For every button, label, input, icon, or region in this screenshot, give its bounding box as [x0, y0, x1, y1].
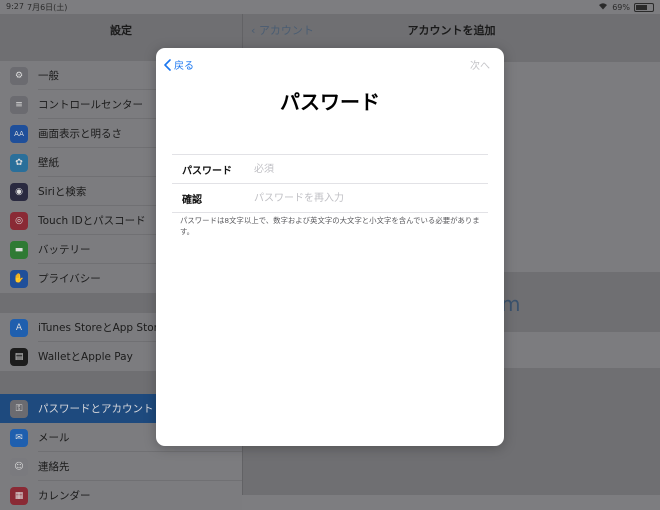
sidebar-item-label: 画面表示と明るさ	[38, 128, 122, 140]
fingerprint-icon: ◎	[10, 211, 28, 230]
password-requirements-note: パスワードは8文字以上で、数字および英文字の大文字と小文字を含んでいる必要があり…	[180, 216, 480, 236]
sidebar-item-label: iTunes StoreとApp Store	[38, 322, 165, 334]
sidebar-item-label: パスワードとアカウント	[38, 403, 154, 415]
contacts-icon: ☺	[10, 457, 28, 476]
back-button[interactable]: 戻る	[164, 57, 194, 72]
app-store-icon: A	[10, 318, 28, 337]
toggles-icon: ≡	[10, 95, 28, 114]
sidebar-item-label: Siriと検索	[38, 186, 87, 198]
sidebar-item-label: バッテリー	[38, 244, 91, 256]
detail-title: アカウントを追加	[407, 24, 496, 37]
sidebar-item-label: Touch IDとパスコード	[38, 215, 146, 227]
flower-icon: ✿	[10, 153, 28, 172]
password-input[interactable]	[254, 161, 482, 177]
battery-icon: ▬	[10, 240, 28, 259]
chevron-left-icon	[164, 58, 171, 71]
battery-icon	[634, 2, 654, 12]
wifi-icon	[598, 2, 608, 12]
siri-icon: ◉	[10, 182, 28, 201]
confirm-label: 確認	[182, 194, 202, 206]
sidebar-item-label: 一般	[38, 70, 59, 82]
gear-icon: ⚙	[10, 66, 28, 85]
sidebar-item-calendar[interactable]: ▦ カレンダー	[0, 481, 242, 510]
wallet-icon: ▤	[10, 347, 28, 366]
confirm-row: 確認	[172, 183, 488, 212]
password-modal: 戻る 次へ パスワード パスワード 確認 パスワードは8文字以上で、数字および英…	[156, 48, 504, 446]
status-bar: 9:27 7月6日(土) 69%	[0, 0, 660, 14]
hand-icon: ✋	[10, 269, 28, 288]
mail-icon: ✉	[10, 428, 28, 447]
sidebar-title: 設定	[110, 24, 132, 37]
sidebar-item-label: カレンダー	[38, 490, 91, 502]
sidebar-item-label: メール	[38, 432, 70, 444]
sidebar-item-contacts[interactable]: ☺ 連絡先	[0, 452, 242, 481]
back-label: 戻る	[174, 61, 194, 72]
sidebar-item-label: 連絡先	[38, 461, 70, 473]
status-date: 7月6日(土)	[27, 3, 68, 12]
calendar-icon: ▦	[10, 486, 28, 505]
modal-title: パスワード	[280, 90, 380, 114]
sidebar-item-label: プライバシー	[38, 273, 101, 285]
battery-percent: 69%	[612, 2, 630, 12]
sidebar-item-label: 壁紙	[38, 157, 59, 169]
display-aa-icon: AA	[10, 124, 28, 143]
status-indicators: 69%	[598, 2, 654, 12]
password-label: パスワード	[182, 165, 232, 177]
password-form: パスワード 確認	[172, 154, 488, 213]
next-button[interactable]: 次へ	[470, 57, 490, 72]
password-row: パスワード	[172, 155, 488, 183]
sidebar-item-label: WalletとApple Pay	[38, 351, 133, 363]
status-time: 9:27	[6, 2, 24, 11]
sidebar-item-label: コントロールセンター	[38, 99, 143, 111]
confirm-password-input[interactable]	[254, 190, 482, 206]
key-icon: ⚿	[10, 399, 28, 418]
